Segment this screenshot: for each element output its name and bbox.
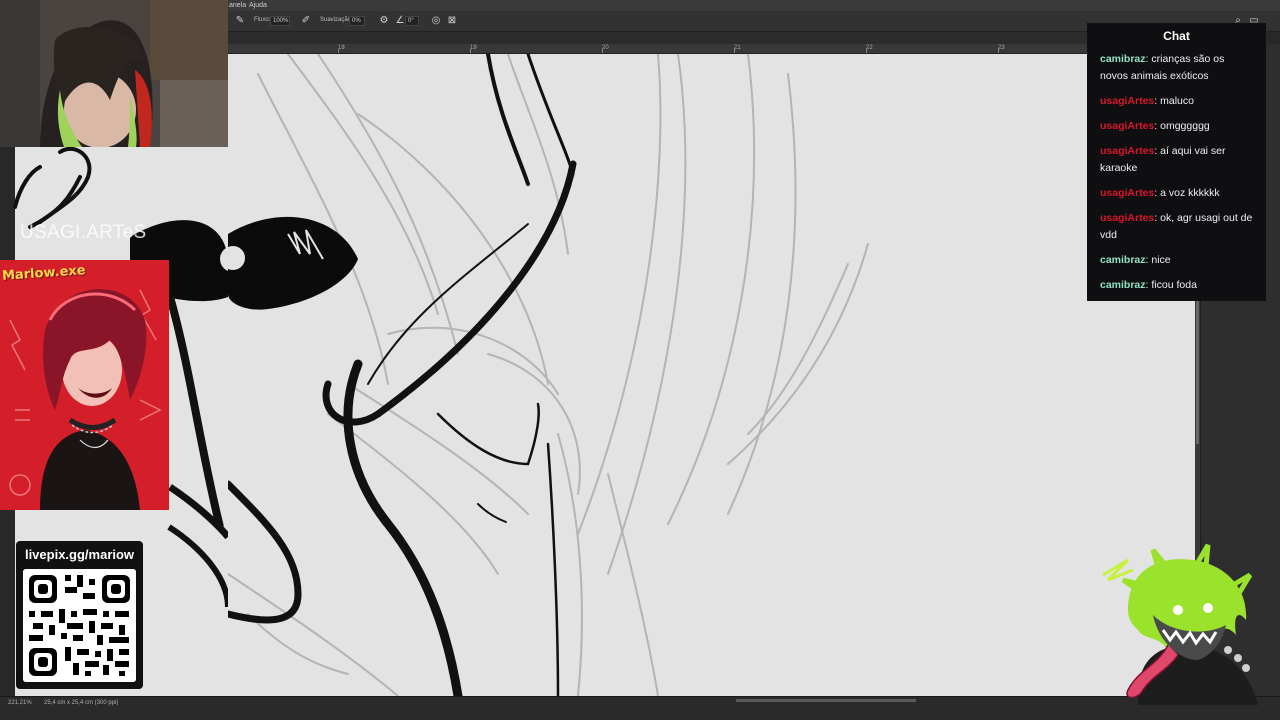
screen: anela Ajuda – □ ✕ ✎ Fluxo: 100% ✐ Suaviz… [0, 0, 1280, 720]
chat-message: camibraz: crianças são os novos animais … [1100, 53, 1225, 82]
chat-username: usagiArtes [1100, 120, 1155, 132]
chat-username: camibraz [1100, 254, 1146, 266]
chat-text: ficou foda [1151, 279, 1197, 291]
chat-message: camibraz: ficou foda [1100, 279, 1197, 291]
sketch-lines [228, 54, 869, 696]
chat-message: usagiArtes: ok, agr usagi out de vdd [1100, 212, 1253, 241]
chat-message: usagiArtes: maluco [1100, 95, 1194, 107]
horizontal-scrollbar-thumb[interactable] [736, 699, 916, 702]
chat-username: camibraz [1100, 279, 1146, 291]
ruler-tick: 21 [734, 45, 741, 51]
chat-text: nice [1151, 254, 1171, 266]
horizontal-ruler: 18 19 20 21 22 23 [228, 44, 1200, 54]
chat-username: usagiArtes [1100, 95, 1155, 107]
donation-qr-card: livepix.gg/mariow [16, 541, 143, 689]
smoothing-label: Suavização: [320, 17, 353, 23]
channel-watermark: USAGI.ARTeS [20, 222, 147, 243]
ruler-tick: 22 [866, 45, 873, 51]
sketch-artwork [228, 54, 869, 696]
chat-username: usagiArtes [1100, 187, 1155, 199]
chat-message: usagiArtes: a voz kkkkkk [1100, 187, 1220, 199]
ruler-tickmark [866, 49, 867, 53]
qr-code [23, 569, 136, 682]
scrollbar-thumb[interactable] [1196, 284, 1199, 444]
chat-message-list: camibraz: crianças são os novos animais … [1087, 50, 1266, 294]
ruler-tick: 18 [338, 45, 345, 51]
gear-icon[interactable]: ⚙ [378, 15, 390, 27]
flow-field[interactable]: 100% [270, 16, 290, 26]
qr-code-icon [23, 569, 136, 682]
webcam-feed [0, 0, 228, 147]
zoom-readout[interactable]: 221,21% [8, 700, 32, 706]
ruler-tickmark [470, 49, 471, 53]
smoothing-field[interactable]: 0% [349, 16, 365, 26]
brush-preset-icon[interactable]: ✎ [234, 15, 246, 27]
pressure-icon[interactable]: ◎ [430, 15, 442, 27]
ruler-tick: 19 [470, 45, 477, 51]
ruler-tickmark [998, 49, 999, 53]
ink-lines [228, 54, 577, 696]
character-art-card: Marlow.exe [0, 260, 169, 510]
airbrush-icon[interactable]: ✐ [300, 15, 312, 27]
chat-text: omgggggg [1160, 120, 1210, 132]
chat-username: camibraz [1100, 53, 1146, 65]
chat-username: usagiArtes [1100, 145, 1155, 157]
angle-field[interactable]: 0° [405, 16, 419, 26]
webcam-image [0, 0, 228, 147]
chat-text: maluco [1160, 95, 1194, 107]
symmetry-icon[interactable]: ⊠ [446, 15, 458, 27]
chat-message: usagiArtes: omgggggg [1100, 120, 1210, 132]
chat-text: a voz kkkkkk [1160, 187, 1220, 199]
chat-title: Chat [1163, 29, 1190, 43]
status-bar: 221,21% 25,4 cm x 25,4 cm (300 ppi) [0, 696, 1280, 720]
chat-message: camibraz: nice [1100, 254, 1171, 266]
menu-item-janela[interactable]: anela [229, 2, 246, 9]
chat-message: usagiArtes: aí aqui vai ser karaoke [1100, 145, 1226, 174]
ruler-tick: 20 [602, 45, 609, 51]
mascot-avatar [1098, 540, 1258, 705]
drawing-canvas[interactable] [228, 54, 1195, 696]
menu-item-ajuda[interactable]: Ajuda [249, 2, 267, 9]
ruler-tick: 23 [998, 45, 1005, 51]
chat-username: usagiArtes [1100, 212, 1155, 224]
document-size[interactable]: 25,4 cm x 25,4 cm (300 ppi) [44, 700, 118, 706]
chat-panel: Chat camibraz: crianças são os novos ani… [1087, 23, 1266, 301]
ruler-tickmark [338, 49, 339, 53]
donation-link[interactable]: livepix.gg/mariow [16, 547, 143, 562]
ruler-tickmark [602, 49, 603, 53]
character-illustration [0, 260, 169, 510]
flow-label: Fluxo: [254, 17, 271, 23]
ruler-tickmark [734, 49, 735, 53]
mascot-illustration [1102, 543, 1258, 705]
